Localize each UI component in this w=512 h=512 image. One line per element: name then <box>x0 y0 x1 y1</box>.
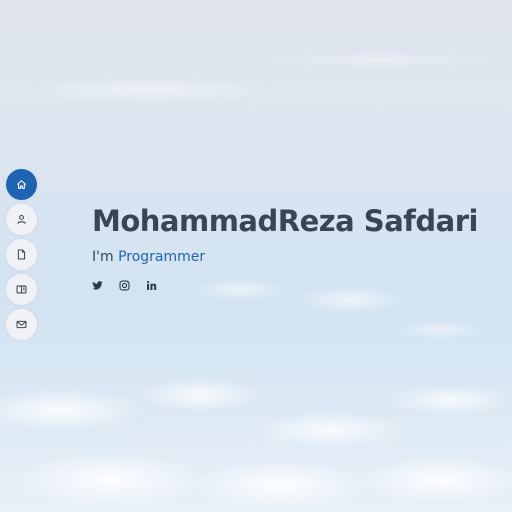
person-icon <box>17 214 26 224</box>
hero-name: MohammadReza Safdari <box>92 204 478 238</box>
linkedin-link[interactable] <box>146 280 157 291</box>
social-links <box>92 280 478 291</box>
hero-subtitle: I'm Programmer <box>92 249 478 265</box>
nav-about-button[interactable] <box>6 204 37 235</box>
linkedin-icon <box>146 280 157 290</box>
home-icon <box>17 180 26 189</box>
hero-prefix: I'm <box>92 249 114 265</box>
nav-resume-button[interactable] <box>6 239 37 270</box>
instagram-icon <box>119 280 130 291</box>
instagram-link[interactable] <box>119 280 130 291</box>
file-icon <box>17 249 26 260</box>
nav-home-button[interactable] <box>6 169 37 200</box>
twitter-icon <box>92 281 103 290</box>
envelope-icon <box>16 320 27 329</box>
nav-contact-button[interactable] <box>6 309 37 340</box>
hero-section: MohammadReza Safdari I'm Programmer <box>92 204 478 291</box>
twitter-link[interactable] <box>92 280 103 291</box>
nav-portfolio-button[interactable] <box>6 274 37 305</box>
book-icon <box>16 285 27 294</box>
hero-role: Programmer <box>118 249 206 265</box>
side-nav <box>6 169 37 340</box>
